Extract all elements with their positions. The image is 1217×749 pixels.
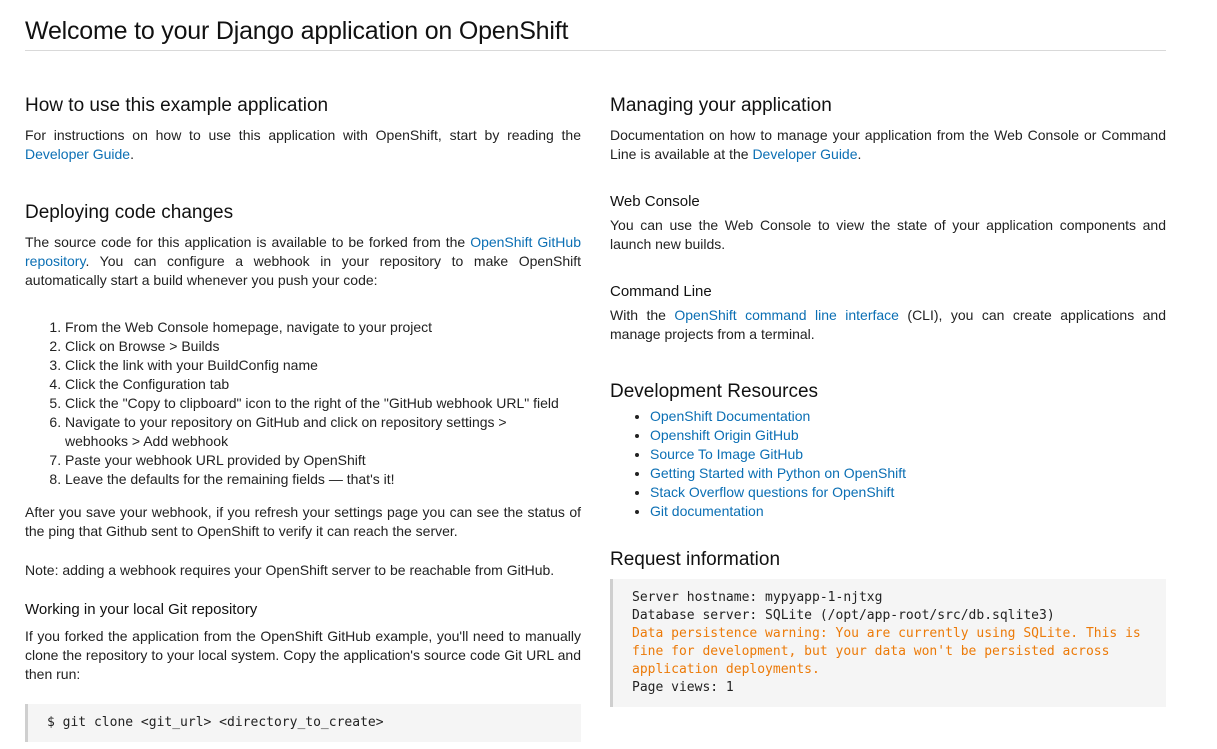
how-to-heading: How to use this example application: [25, 95, 329, 116]
dev-resource-item: OpenShift Documentation: [650, 407, 1166, 426]
webhook-step: Navigate to your repository on GitHub an…: [65, 413, 581, 451]
how-to-section: How to use this example application For …: [25, 93, 581, 164]
python-on-openshift-link[interactable]: Getting Started with Python on OpenShift: [650, 465, 906, 481]
dev-resource-item: Source To Image GitHub: [650, 445, 1166, 464]
dev-resources-section: Development Resources OpenShift Document…: [610, 379, 1166, 521]
how-to-text: For instructions on how to use this appl…: [25, 126, 581, 164]
how-to-text-after: .: [130, 146, 134, 162]
webhook-step: Leave the defaults for the remaining fie…: [65, 470, 581, 489]
server-hostname-line: Server hostname: mypyapp-1-njtxg: [632, 590, 883, 605]
database-server-line: Database server: SQLite (/opt/app-root/s…: [632, 608, 1055, 623]
webhook-step: Click the link with your BuildConfig nam…: [65, 356, 581, 375]
dev-resource-item: Stack Overflow questions for OpenShift: [650, 483, 1166, 502]
web-console-heading: Web Console: [610, 193, 700, 210]
deploying-heading: Deploying code changes: [25, 202, 234, 223]
how-to-text-before: For instructions on how to use this appl…: [25, 127, 581, 143]
webhook-step: Click on Browse > Builds: [65, 337, 581, 356]
command-line-heading: Command Line: [610, 283, 712, 300]
deploying-text-after: . You can configure a webhook in your re…: [25, 253, 581, 288]
managing-developer-guide-link[interactable]: Developer Guide: [752, 146, 857, 162]
managing-section: Managing your application Documentation …: [610, 93, 1166, 164]
webhook-note: Note: adding a webhook requires your Ope…: [25, 562, 555, 578]
webhook-step: Click the "Copy to clipboard" icon to th…: [65, 394, 581, 413]
managing-text: Documentation on how to manage your appl…: [610, 126, 1166, 164]
webhook-step: From the Web Console homepage, navigate …: [65, 318, 581, 337]
persistence-warning-line: Data persistence warning: You are curren…: [632, 626, 1141, 641]
local-git-heading: Working in your local Git repository: [25, 601, 258, 618]
stack-overflow-link[interactable]: Stack Overflow questions for OpenShift: [650, 484, 894, 500]
request-info-section: Request information Server hostname: myp…: [610, 547, 1166, 707]
web-console-section: Web Console You can use the Web Console …: [610, 192, 1166, 254]
page-title: Welcome to your Django application on Op…: [25, 17, 569, 45]
request-info-heading: Request information: [610, 549, 781, 570]
git-clone-code-block: $ git clone <git_url> <directory_to_crea…: [25, 704, 581, 742]
dev-resource-item: Getting Started with Python on OpenShift: [650, 464, 1166, 483]
deploying-text-before: The source code for this application is …: [25, 234, 471, 250]
dev-resource-item: Openshift Origin GitHub: [650, 426, 1166, 445]
dev-resource-item: Git documentation: [650, 502, 1166, 521]
managing-heading: Managing your application: [610, 95, 832, 116]
command-line-section: Command Line With the OpenShift command …: [610, 282, 1166, 344]
page-header: Welcome to your Django application on Op…: [25, 14, 1166, 51]
managing-text-after: .: [857, 146, 862, 162]
command-line-text-before: With the: [610, 307, 675, 323]
git-clone-command: $ git clone <git_url> <directory_to_crea…: [47, 715, 384, 730]
local-git-section: Working in your local Git repository If …: [25, 600, 581, 742]
dev-resources-list: OpenShift Documentation Openshift Origin…: [610, 407, 1166, 521]
after-webhook-text: After you save your webhook, if you refr…: [25, 504, 581, 539]
left-column: How to use this example application For …: [25, 93, 581, 742]
persistence-warning-line: fine for development, but your data won'…: [632, 644, 1110, 659]
webhook-step: Click the Configuration tab: [65, 375, 581, 394]
openshift-cli-link[interactable]: OpenShift command line interface: [674, 307, 899, 323]
git-documentation-link[interactable]: Git documentation: [650, 503, 764, 519]
page-views-line: Page views: 1: [632, 680, 734, 695]
openshift-documentation-link[interactable]: OpenShift Documentation: [650, 408, 810, 424]
web-console-text: You can use the Web Console to view the …: [610, 217, 1166, 252]
dev-resources-heading: Development Resources: [610, 381, 819, 402]
persistence-warning-line: application deployments.: [632, 662, 820, 677]
openshift-origin-github-link[interactable]: Openshift Origin GitHub: [650, 427, 799, 443]
developer-guide-link[interactable]: Developer Guide: [25, 146, 130, 162]
webhook-steps-list: From the Web Console homepage, navigate …: [25, 318, 581, 489]
request-info-block: Server hostname: mypyapp-1-njtxg Database…: [610, 579, 1166, 707]
right-column: Managing your application Documentation …: [610, 93, 1166, 707]
webhook-step: Paste your webhook URL provided by OpenS…: [65, 451, 581, 470]
source-to-image-github-link[interactable]: Source To Image GitHub: [650, 446, 803, 462]
deploying-section: Deploying code changes The source code f…: [25, 200, 581, 580]
command-line-text: With the OpenShift command line interfac…: [610, 306, 1166, 344]
deploying-text: The source code for this application is …: [25, 233, 581, 290]
managing-text-before: Documentation on how to manage your appl…: [610, 127, 1166, 162]
local-git-text: If you forked the application from the O…: [25, 628, 581, 682]
